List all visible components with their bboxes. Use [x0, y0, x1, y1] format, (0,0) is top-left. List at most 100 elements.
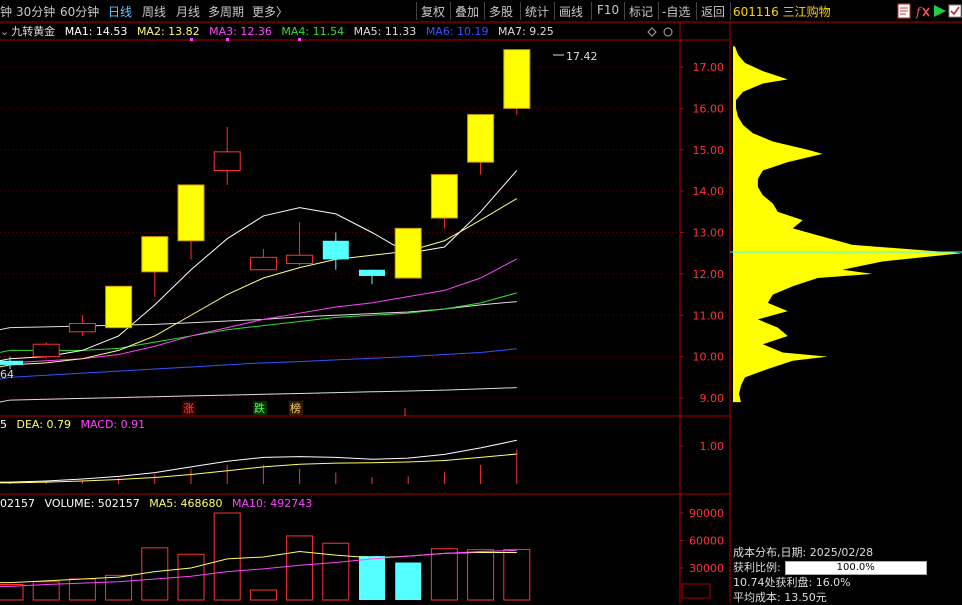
candle-body — [286, 254, 314, 265]
candle-body — [105, 285, 133, 329]
price-tick-label: 16.00 — [693, 102, 725, 115]
candle-body — [503, 49, 531, 109]
overlay-button[interactable]: 叠加 — [455, 3, 479, 20]
toolbar-divider — [696, 2, 697, 20]
candle-body — [467, 114, 495, 163]
flag-icon[interactable] — [932, 3, 948, 19]
cost-distribution-panel: 成本分布,日期: 2025/02/28 获利比例: 100.0% 10.74处获利… — [733, 545, 962, 605]
fuquan-button[interactable]: 复权 — [421, 3, 445, 20]
remove-watchlist-button[interactable]: -自选 — [662, 3, 690, 20]
candle-body — [430, 174, 458, 219]
mark-button[interactable]: 标记 — [629, 3, 653, 20]
profit-at-price: 10.74处获利盘: 16.0% — [733, 576, 851, 589]
back-button[interactable]: 返回 — [701, 3, 725, 20]
macd-dea-label: DEA: 0.79 — [16, 418, 71, 431]
statistics-button[interactable]: 统计 — [525, 3, 549, 20]
volume-unit-label: X10 — [685, 585, 707, 598]
period-monthly[interactable]: 月线 — [176, 3, 200, 20]
profit-ratio-label: 获利比例: — [733, 561, 781, 574]
ma3-label: MA3: 12.36 — [209, 25, 272, 38]
period-multi[interactable]: 多周期 — [208, 3, 244, 20]
vol_ma5-line — [0, 550, 517, 584]
macd-tick-label: 1.00 — [700, 440, 725, 453]
period-30min[interactable]: 30分钟 — [16, 3, 55, 20]
candle-body — [213, 151, 241, 171]
volume-bar — [141, 547, 169, 601]
candle-body — [394, 227, 422, 279]
volume-bar — [286, 535, 314, 601]
toolbar-divider — [450, 2, 451, 20]
main-chart-legend: ⌄ 九转黄金 MA1: 14.53 MA2: 13.82 MA3: 12.36 M… — [0, 23, 560, 39]
draw-line-button[interactable]: 画线 — [559, 3, 583, 20]
ma2-label: MA2: 13.82 — [136, 25, 200, 38]
toolbar-divider — [591, 2, 592, 20]
ma4-line — [0, 292, 517, 353]
volume-unit-box — [681, 583, 711, 599]
cost-distribution-profile — [733, 46, 962, 403]
signal-badge — [253, 401, 267, 415]
toolbar-divider — [484, 2, 485, 20]
volume-bar — [0, 584, 24, 601]
period-daily[interactable]: 日线 — [108, 3, 132, 20]
ma5-line — [0, 301, 517, 331]
candle-body — [141, 236, 169, 273]
candle-body — [249, 256, 277, 271]
price-tick-label: 15.00 — [693, 144, 725, 157]
signal-text: 榜 — [290, 401, 301, 415]
volume-bar — [395, 562, 422, 600]
high-price-label: 17.42 — [566, 50, 598, 63]
ma6-label: MA6: 10.19 — [425, 25, 489, 38]
vol-ma5-label: MA5: 468680 — [149, 497, 223, 510]
settings-icon[interactable] — [948, 3, 962, 19]
volume-bar — [213, 512, 241, 601]
candle-body — [359, 269, 385, 276]
price-tick-label: 9.00 — [700, 392, 725, 405]
volume-label: VOLUME: 502157 — [44, 497, 140, 510]
signal-badge — [182, 401, 196, 415]
volume-bar — [467, 549, 495, 601]
document-icon[interactable] — [896, 3, 912, 19]
stock-chart[interactable]: 17.00 16.00 15.00 14.00 13.00 12.00 11.00 10.00… — [0, 0, 962, 603]
signal-text: 涨 — [183, 402, 194, 415]
volume-bar — [503, 548, 531, 601]
period-more[interactable]: 更多〉 — [252, 3, 288, 20]
toolbar-divider — [416, 2, 417, 20]
ma4-label: MA4: 11.54 — [281, 25, 345, 38]
volume-bar — [177, 553, 205, 601]
volume-bar — [32, 581, 60, 601]
indicator-name[interactable]: 九转黄金 — [11, 25, 55, 38]
candle-body — [32, 343, 60, 358]
ma6-line — [0, 348, 517, 380]
period-minute-fragment[interactable]: 钟 — [0, 3, 12, 20]
candle-body — [68, 323, 96, 333]
price-tick-label: 12.00 — [693, 268, 725, 281]
top-toolbar: 钟 30分钟 60分钟 日线 周线 月线 多周期 更多〉 复权 叠加 多股 统计… — [0, 0, 962, 22]
macd-value-label: MACD: 0.91 — [80, 418, 146, 431]
svg-text:f: f — [915, 5, 923, 19]
volume-bar — [105, 574, 133, 601]
price-tick-label: 11.00 — [693, 309, 725, 322]
chart-menu-icon[interactable]: ⌄ — [0, 25, 9, 38]
ma2-line — [0, 198, 518, 368]
cost-title: 成本分布,日期: 2025/02/28 — [733, 546, 874, 559]
period-60min[interactable]: 60分钟 — [60, 3, 99, 20]
ma3-line — [0, 258, 518, 366]
ma5-label: MA5: 11.33 — [353, 25, 417, 38]
price-tick-label: 10.00 — [693, 351, 725, 364]
price-tick-label: 17.00 — [693, 61, 725, 74]
f10-button[interactable]: F10 — [597, 3, 619, 17]
volume-bar — [359, 556, 385, 600]
period-weekly[interactable]: 周线 — [142, 3, 166, 20]
volume-bar — [322, 542, 350, 601]
candle-body — [322, 240, 349, 260]
candle-body — [0, 360, 23, 365]
toolbar-divider — [554, 2, 555, 20]
vol_ma10-line — [0, 549, 517, 587]
volume-bar — [430, 548, 458, 601]
profit-ratio-bar: 100.0% — [784, 561, 927, 575]
fx-icon[interactable]: f — [915, 3, 931, 19]
low-price-fragment: 64 — [0, 368, 14, 381]
vol-ma10-label: MA10: 492743 — [231, 497, 313, 510]
toolbar-divider — [624, 2, 625, 20]
multi-stock-button[interactable]: 多股 — [489, 3, 513, 20]
